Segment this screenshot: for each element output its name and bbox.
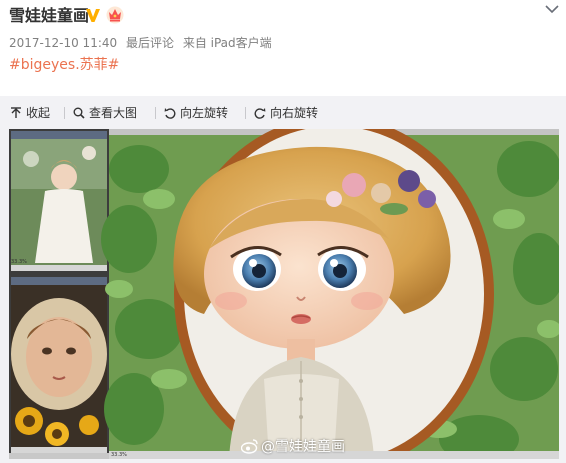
post-header: 雪娃娃童画 2017-12-10 11:40 最后评论 来自 iPad客户端 #… bbox=[0, 0, 566, 96]
collapse-button[interactable]: 收起 bbox=[10, 105, 50, 121]
crown-icon[interactable] bbox=[106, 6, 124, 24]
rotate-right-label: 向右旋转 bbox=[270, 106, 319, 120]
view-large-label: 查看大图 bbox=[89, 106, 138, 120]
post-meta: 2017-12-10 11:40 最后评论 来自 iPad客户端 bbox=[9, 35, 272, 51]
verified-v-icon[interactable] bbox=[85, 7, 101, 23]
rotate-left-icon bbox=[164, 108, 176, 119]
topic-link[interactable]: #bigeyes.苏菲# bbox=[9, 56, 119, 74]
toolbar-divider bbox=[64, 107, 65, 119]
rotate-left-label: 向左旋转 bbox=[180, 106, 229, 120]
post-source: 来自 iPad客户端 bbox=[182, 36, 272, 50]
image-toolbar: 收起 查看大图 向左旋转 向右旋转 bbox=[0, 96, 566, 129]
thumb-zoom-top: 33.3% bbox=[11, 259, 27, 265]
magnifier-icon bbox=[73, 107, 85, 119]
thumb-zoom-bottom: 33.3% bbox=[111, 452, 127, 458]
rotate-right-button[interactable]: 向右旋转 bbox=[254, 105, 318, 121]
painting-photo-illustration bbox=[9, 129, 559, 459]
rotate-right-icon bbox=[254, 108, 266, 119]
toolbar-divider bbox=[245, 107, 246, 119]
watermark: @雪娃娃童画 bbox=[241, 436, 345, 456]
weibo-logo-icon bbox=[241, 439, 258, 454]
view-large-button[interactable]: 查看大图 bbox=[73, 105, 137, 121]
chevron-down-icon[interactable] bbox=[545, 4, 559, 14]
last-comment-label[interactable]: 最后评论 bbox=[126, 36, 174, 50]
collapse-arrow-icon bbox=[11, 107, 21, 118]
toolbar-divider bbox=[155, 107, 156, 119]
post-date[interactable]: 2017-12-10 11:40 bbox=[9, 36, 117, 50]
author-name[interactable]: 雪娃娃童画 bbox=[9, 5, 89, 27]
watermark-text: @雪娃娃童画 bbox=[261, 439, 345, 455]
rotate-left-button[interactable]: 向左旋转 bbox=[164, 105, 228, 121]
post-photo[interactable]: 33.3% 33.3% @雪娃娃童画 bbox=[9, 129, 559, 459]
collapse-label: 收起 bbox=[26, 106, 51, 120]
media-box: 收起 查看大图 向左旋转 向右旋转 33.3% 33.3% @雪娃娃童画 bbox=[0, 96, 566, 463]
